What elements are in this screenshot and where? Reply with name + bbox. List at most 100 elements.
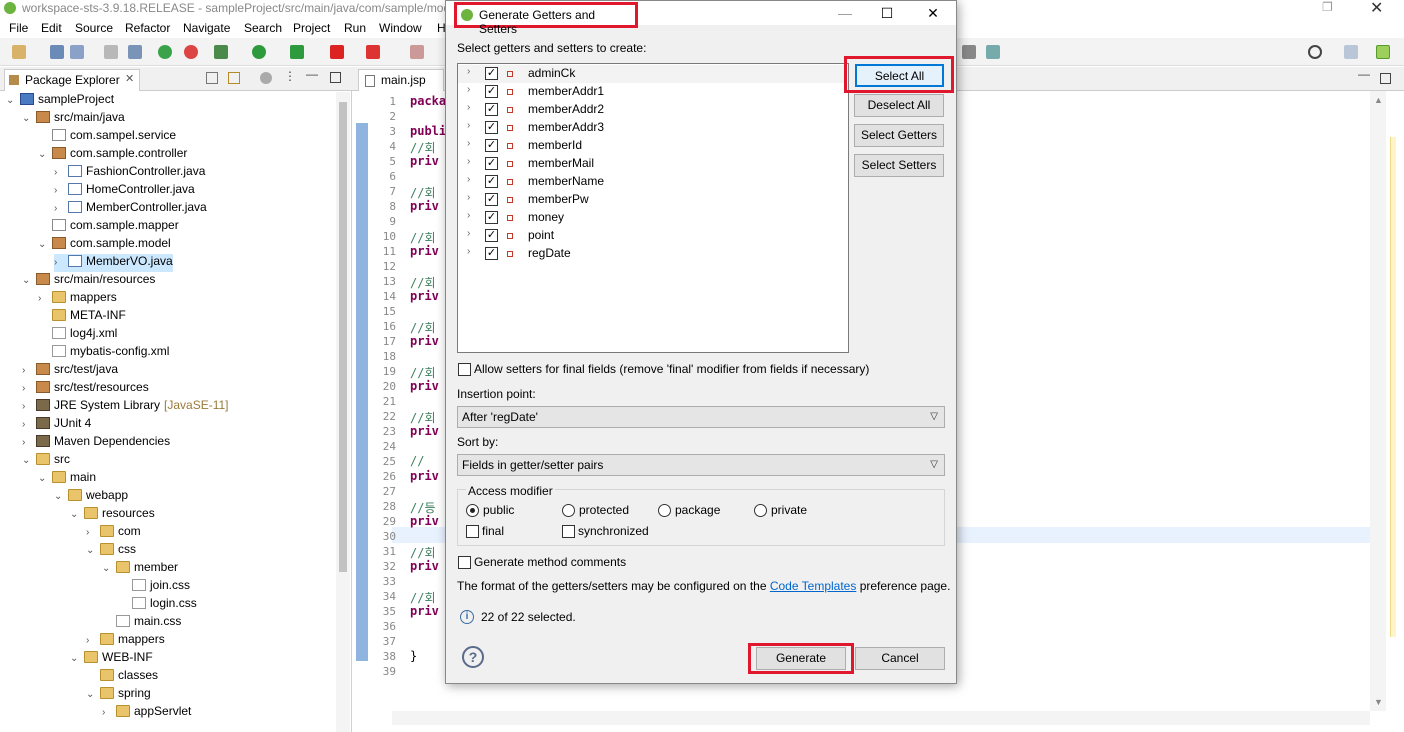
chevron-right-icon[interactable]: › bbox=[467, 210, 470, 221]
tree-item[interactable]: mybatis-config.xml bbox=[38, 344, 169, 362]
field-row[interactable]: › ✓ money bbox=[458, 209, 846, 227]
tree-item[interactable]: › Maven Dependencies bbox=[22, 434, 170, 452]
radio-package[interactable] bbox=[658, 504, 671, 517]
tree-item[interactable]: ⌄ resources bbox=[70, 506, 155, 524]
chevron-right-icon[interactable]: › bbox=[22, 383, 36, 394]
chevron-right-icon[interactable]: › bbox=[38, 293, 52, 304]
sort-by-select[interactable]: Fields in getter/setter pairs ▽ bbox=[457, 454, 945, 476]
chevron-right-icon[interactable]: › bbox=[467, 66, 470, 77]
view-menu-icon[interactable]: ⋮ bbox=[284, 69, 296, 83]
field-row[interactable]: › ✓ memberMail bbox=[458, 155, 846, 173]
close-tab-icon[interactable]: ✕ bbox=[125, 72, 134, 85]
chevron-down-icon[interactable]: ⌄ bbox=[22, 275, 36, 286]
field-checkbox[interactable]: ✓ bbox=[485, 211, 498, 224]
explorer-scrollbar[interactable] bbox=[336, 92, 350, 732]
editor-maximize-icon[interactable] bbox=[1380, 73, 1391, 84]
insertion-point-select[interactable]: After 'regDate' ▽ bbox=[457, 406, 945, 428]
chevron-right-icon[interactable]: › bbox=[467, 102, 470, 113]
restore-icon[interactable]: ❐ bbox=[1322, 0, 1333, 14]
chevron-down-icon[interactable]: ⌄ bbox=[22, 455, 36, 466]
tree-item[interactable]: ⌄ css bbox=[86, 542, 136, 560]
tree-item[interactable]: ⌄ src/main/java bbox=[22, 110, 125, 128]
field-checkbox[interactable]: ✓ bbox=[485, 103, 498, 116]
select-all-button[interactable]: Select All bbox=[855, 64, 944, 87]
save-icon[interactable] bbox=[50, 45, 64, 59]
dropdown-icon[interactable] bbox=[962, 45, 976, 59]
tree-item[interactable]: › FashionController.java bbox=[54, 164, 205, 182]
field-checkbox[interactable]: ✓ bbox=[485, 229, 498, 242]
field-checkbox[interactable]: ✓ bbox=[485, 121, 498, 134]
field-checkbox[interactable]: ✓ bbox=[485, 67, 498, 80]
tree-item[interactable]: › MemberController.java bbox=[54, 200, 207, 218]
run-config-icon[interactable] bbox=[290, 45, 304, 59]
new-wizard-icon[interactable] bbox=[410, 45, 424, 59]
chevron-down-icon[interactable]: ⌄ bbox=[54, 491, 68, 502]
field-row[interactable]: › ✓ memberAddr1 bbox=[458, 83, 846, 101]
tree-item[interactable]: ⌄ sampleProject bbox=[6, 92, 114, 110]
chevron-right-icon[interactable]: › bbox=[467, 120, 470, 131]
chevron-right-icon[interactable]: › bbox=[22, 419, 36, 430]
chevron-right-icon[interactable]: › bbox=[102, 707, 116, 718]
tree-item[interactable]: join.css bbox=[118, 578, 190, 596]
tree-item[interactable]: ⌄ webapp bbox=[54, 488, 128, 506]
tree-item[interactable]: log4j.xml bbox=[38, 326, 117, 344]
chevron-down-icon[interactable]: ⌄ bbox=[38, 473, 52, 484]
chevron-right-icon[interactable]: › bbox=[467, 156, 470, 167]
allow-setters-final-checkbox[interactable] bbox=[458, 363, 471, 376]
generate-comments-checkbox[interactable] bbox=[458, 556, 471, 569]
chevron-down-icon[interactable]: ⌄ bbox=[38, 239, 52, 250]
chevron-right-icon[interactable]: › bbox=[54, 167, 68, 178]
radio-public[interactable] bbox=[466, 504, 479, 517]
chevron-down-icon[interactable]: ⌄ bbox=[22, 113, 36, 124]
field-checkbox[interactable]: ✓ bbox=[485, 175, 498, 188]
menu-file[interactable]: File bbox=[9, 21, 28, 35]
tree-item[interactable]: › mappers bbox=[38, 290, 117, 308]
chevron-right-icon[interactable]: › bbox=[22, 437, 36, 448]
chevron-right-icon[interactable]: › bbox=[467, 84, 470, 95]
field-row[interactable]: › ✓ point bbox=[458, 227, 846, 245]
debug-icon[interactable] bbox=[214, 45, 228, 59]
field-list[interactable]: › ✓ adminCk › ✓ memberAddr1 › ✓ memberAddr2 › ✓ mem… bbox=[457, 63, 849, 353]
dialog-close-icon[interactable]: ✕ bbox=[918, 3, 948, 23]
field-row[interactable]: › ✓ adminCk bbox=[458, 65, 846, 83]
chevron-down-icon[interactable]: ⌄ bbox=[70, 509, 84, 520]
chevron-right-icon[interactable]: › bbox=[22, 401, 36, 412]
chevron-right-icon[interactable]: › bbox=[467, 246, 470, 257]
search-tool-icon[interactable] bbox=[128, 45, 142, 59]
chevron-right-icon[interactable]: › bbox=[54, 203, 68, 214]
tree-item[interactable]: › src/test/java bbox=[22, 362, 118, 380]
dialog-minimize-icon[interactable]: — bbox=[830, 3, 860, 23]
field-checkbox[interactable]: ✓ bbox=[485, 85, 498, 98]
scroll-up-icon[interactable]: ▲ bbox=[1374, 95, 1383, 105]
tree-item[interactable]: com.sample.mapper bbox=[38, 218, 179, 236]
run-icon[interactable] bbox=[252, 45, 266, 59]
minimize-icon[interactable]: — bbox=[306, 67, 318, 81]
chevron-right-icon[interactable]: › bbox=[54, 257, 68, 268]
filter-icon[interactable] bbox=[260, 72, 272, 84]
tree-item[interactable]: ⌄ com.sample.controller bbox=[38, 146, 187, 164]
scroll-down-icon[interactable]: ▼ bbox=[1374, 697, 1383, 707]
chevron-right-icon[interactable]: › bbox=[86, 527, 100, 538]
spring-perspective-icon[interactable] bbox=[1376, 45, 1390, 59]
editor-horizontal-scrollbar[interactable] bbox=[392, 711, 1370, 725]
deselect-all-button[interactable]: Deselect All bbox=[854, 94, 944, 117]
tree-item[interactable]: com.sampel.service bbox=[38, 128, 176, 146]
menu-search[interactable]: Search bbox=[244, 21, 282, 35]
field-row[interactable]: › ✓ memberId bbox=[458, 137, 846, 155]
link-editor-icon[interactable] bbox=[228, 72, 240, 84]
chevron-down-icon[interactable]: ⌄ bbox=[6, 95, 20, 106]
refresh-icon[interactable] bbox=[184, 45, 198, 59]
tree-item[interactable]: ⌄ spring bbox=[86, 686, 151, 704]
field-row[interactable]: › ✓ memberName bbox=[458, 173, 846, 191]
code-templates-link[interactable]: Code Templates bbox=[770, 579, 857, 593]
menu-refactor[interactable]: Refactor bbox=[125, 21, 170, 35]
properties-icon[interactable] bbox=[104, 45, 118, 59]
editor-minimize-icon[interactable]: — bbox=[1358, 67, 1370, 81]
field-row[interactable]: › ✓ memberAddr2 bbox=[458, 101, 846, 119]
chevron-down-icon[interactable]: ⌄ bbox=[38, 149, 52, 160]
tree-item[interactable]: › mappers bbox=[86, 632, 165, 650]
tree-item[interactable]: › com bbox=[86, 524, 141, 542]
java-perspective-icon[interactable] bbox=[1344, 45, 1358, 59]
open-perspective-icon[interactable] bbox=[986, 45, 1000, 59]
chevron-right-icon[interactable]: › bbox=[54, 185, 68, 196]
